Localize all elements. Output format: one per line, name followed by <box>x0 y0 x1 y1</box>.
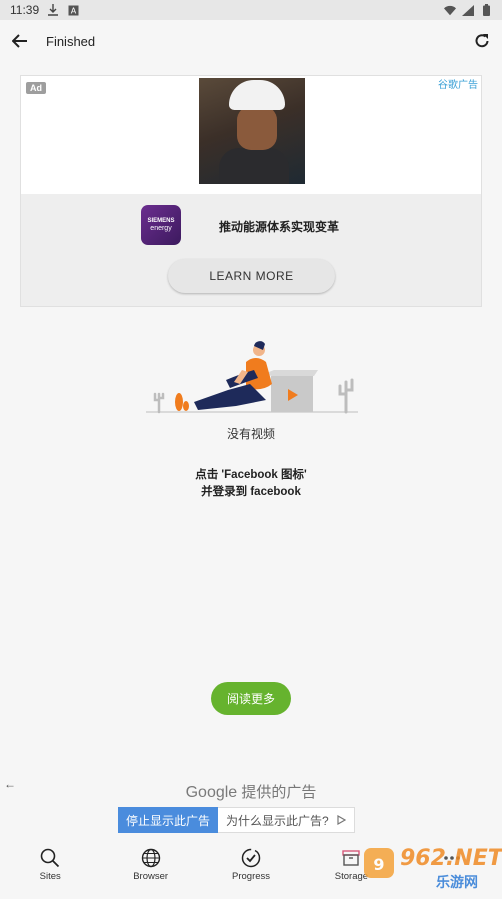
search-icon <box>40 848 60 871</box>
why-this-ad-label: 为什么显示此广告? <box>226 813 329 828</box>
wifi-icon <box>444 4 456 16</box>
google-ads-attribution: Google 提供的广告 <box>0 781 502 802</box>
ad-choices-play-icon <box>337 815 346 825</box>
a-box-icon: A <box>67 4 79 16</box>
empty-state-label: 没有视频 <box>226 427 275 441</box>
signal-icon <box>462 4 474 16</box>
empty-state-hint: 点击 'Facebook 图标' 并登录到 facebook <box>0 467 502 501</box>
hint-line-1: 点击 'Facebook 图标' <box>195 469 307 481</box>
status-bar: 11:39 A <box>0 0 502 20</box>
refresh-icon[interactable] <box>474 33 490 49</box>
ad-badge: Ad <box>26 82 46 94</box>
watermark-line-2: 乐游网 <box>436 874 478 890</box>
ad-advertiser-logo[interactable]: SIEMENS energy <box>141 205 181 245</box>
nav-item-browser[interactable]: Browser <box>100 840 200 894</box>
page-title: Finished <box>46 33 96 49</box>
ad-choice-row: 停止显示此广告 为什么显示此广告? <box>118 807 355 833</box>
nav-label-browser: Browser <box>133 871 169 882</box>
google-provided-text: 提供的广告 <box>241 784 317 801</box>
why-this-ad-button[interactable]: 为什么显示此广告? <box>218 807 355 833</box>
ad-logo-line1: SIEMENS <box>147 218 175 224</box>
site-watermark: 9 962.NET 乐游网 <box>362 842 502 894</box>
google-brand: Google <box>185 784 238 801</box>
globe-icon <box>141 848 161 871</box>
ad-image[interactable] <box>199 78 305 184</box>
svg-text:A: A <box>70 6 76 15</box>
ad-media-area: Ad 谷歌广告 <box>21 76 481 194</box>
read-more-button[interactable]: 阅读更多 <box>211 682 291 715</box>
check-circle-icon <box>241 848 261 871</box>
archive-icon <box>341 848 361 871</box>
empty-state-illustration <box>146 340 358 416</box>
app-bar: Finished <box>0 20 502 62</box>
ad-headline[interactable]: 推动能源体系实现变革 <box>219 218 339 235</box>
nav-label-sites: Sites <box>39 871 61 882</box>
ad-logo-line2: energy <box>150 225 172 232</box>
nav-label-progress: Progress <box>232 871 271 882</box>
stop-showing-ad-button[interactable]: 停止显示此广告 <box>118 807 219 833</box>
nav-item-sites[interactable]: Sites <box>0 840 100 894</box>
learn-more-button[interactable]: LEARN MORE <box>168 259 335 293</box>
back-arrow-icon[interactable] <box>12 34 28 48</box>
download-icon <box>47 4 59 16</box>
battery-icon <box>480 4 492 16</box>
hint-line-2: 并登录到 facebook <box>201 486 301 498</box>
watermark-line-1: 962.NET <box>400 846 502 871</box>
status-time: 11:39 <box>10 3 40 17</box>
nav-item-progress[interactable]: Progress <box>201 840 301 894</box>
ad-banner[interactable]: Ad 谷歌广告 SIEMENS energy 推动能源体系实现变革 LEARN … <box>20 75 482 307</box>
svg-text:9: 9 <box>373 855 384 874</box>
ad-corner-label[interactable]: 谷歌广告 <box>438 76 478 91</box>
